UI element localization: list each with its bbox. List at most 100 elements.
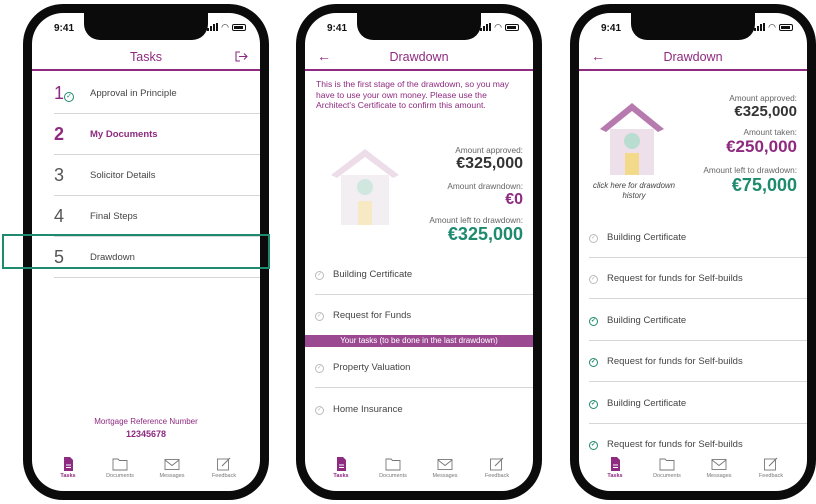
folder-icon: [112, 458, 128, 471]
header: Tasks: [32, 47, 260, 71]
task-building-certificate-done[interactable]: ✓ Building Certificate: [589, 383, 807, 424]
tab-messages[interactable]: Messages: [147, 457, 197, 479]
task-item-final-steps[interactable]: 4 Final Steps: [54, 196, 260, 237]
document-filled-icon: [611, 457, 620, 471]
house-icon: [331, 149, 399, 225]
folder-icon: [385, 458, 401, 471]
check-circle-icon: ✓: [315, 406, 324, 415]
battery-icon: [232, 23, 246, 31]
tab-messages[interactable]: Messages: [694, 457, 744, 479]
status-time: 9:41: [327, 23, 348, 34]
edit-icon: [764, 457, 778, 471]
page-title: Drawdown: [663, 50, 723, 64]
folder-icon: [659, 458, 675, 471]
screen-drawdown-first: 9:41 ◠ ← Drawdown This is the first stag…: [305, 13, 533, 491]
tab-label: Messages: [706, 473, 732, 479]
task-request-funds-self-builds-done[interactable]: ✓ Request for funds for Self-builds: [589, 341, 807, 382]
mail-icon: [711, 459, 727, 470]
check-circle-done-icon: ✓: [589, 316, 598, 326]
check-icon: ✓: [64, 91, 74, 102]
header: ← Drawdown: [305, 47, 533, 71]
status-icons: ◠: [207, 22, 246, 32]
item-label: Home Insurance: [333, 404, 403, 415]
check-circle-done-icon: ✓: [589, 399, 598, 409]
signal-icon: [480, 23, 492, 31]
tab-tasks[interactable]: Tasks: [590, 457, 640, 479]
notch: [631, 13, 755, 40]
amount-drawndown-label: Amount drawndown:: [447, 181, 523, 191]
tab-bar: Tasks Documents Messages Feedback: [305, 457, 533, 491]
amount-taken-label: Amount taken:: [743, 127, 797, 137]
status-icons: ◠: [754, 23, 793, 32]
screen-drawdown-progress: 9:41 ◠ ← Drawdown click here for drawdow…: [579, 13, 807, 491]
tab-documents[interactable]: Documents: [642, 457, 692, 479]
wifi-icon: ◠: [494, 22, 502, 32]
check-circle-done-icon: ✓: [589, 357, 598, 367]
task-item-solicitor[interactable]: 3 Solicitor Details: [54, 155, 260, 196]
check-circle-icon: ✓: [589, 233, 598, 243]
mail-icon: [164, 459, 180, 470]
task-property-valuation[interactable]: ✓ Property Valuation: [315, 347, 533, 388]
phone-drawdown-first: 9:41 ◠ ← Drawdown This is the first stag…: [296, 4, 542, 500]
header: ← Drawdown: [579, 47, 807, 71]
tab-label: Feedback: [758, 473, 784, 479]
reference-value: 12345678: [125, 429, 167, 439]
tab-documents[interactable]: Documents: [95, 457, 145, 479]
signal-icon: [207, 23, 219, 31]
task-label: My Documents: [90, 128, 158, 140]
check-circle-done-icon: ✓: [589, 441, 598, 450]
tab-tasks[interactable]: Tasks: [43, 457, 93, 479]
tab-feedback[interactable]: Feedback: [746, 457, 796, 479]
tab-feedback[interactable]: Feedback: [199, 457, 249, 479]
logout-icon[interactable]: [235, 51, 248, 62]
document-filled-icon: [64, 457, 73, 471]
task-building-certificate[interactable]: ✓ Building Certificate: [589, 217, 807, 258]
wifi-icon: ◠: [221, 22, 229, 32]
notch: [357, 13, 481, 40]
task-home-insurance[interactable]: ✓ Home Insurance: [315, 389, 533, 430]
amount-approved-value: €325,000: [456, 155, 523, 172]
check-circle-icon: ✓: [589, 274, 598, 284]
item-label: Building Certificate: [333, 268, 413, 280]
task-item-approval[interactable]: 1 ✓ Approval in Principle: [54, 73, 260, 114]
amount-approved-label: Amount approved:: [455, 145, 523, 155]
task-building-certificate-done[interactable]: ✓ Building Certificate: [589, 300, 807, 341]
tab-label: Documents: [106, 473, 134, 479]
task-number: 3: [54, 164, 65, 185]
amount-left-value: €325,000: [447, 224, 523, 244]
tab-documents[interactable]: Documents: [368, 457, 418, 479]
item-label: Building Certificate: [607, 397, 687, 409]
drawdown-history-link[interactable]: click here for drawdown history: [589, 181, 679, 200]
tab-feedback[interactable]: Feedback: [472, 457, 522, 479]
mail-icon: [437, 459, 453, 470]
check-circle-icon: ✓: [315, 363, 324, 373]
task-building-certificate[interactable]: ✓ Building Certificate: [315, 254, 533, 295]
tab-label: Messages: [432, 473, 458, 479]
tab-label: Tasks: [333, 473, 349, 479]
amount-approved-value: €325,000: [734, 103, 797, 120]
status-icons: ◠: [480, 22, 519, 32]
house-icon[interactable]: [599, 101, 665, 177]
check-circle-icon: ✓: [315, 312, 324, 321]
amount-approved-label: Amount approved:: [729, 93, 797, 103]
tab-messages[interactable]: Messages: [420, 457, 470, 479]
tab-tasks[interactable]: Tasks: [316, 457, 366, 479]
tab-bar: Tasks Documents Messages Feedback: [32, 457, 260, 491]
battery-icon: [779, 23, 793, 31]
task-item-my-documents[interactable]: 2 My Documents: [54, 114, 260, 155]
task-number: 2: [54, 123, 65, 144]
tab-label: Documents: [653, 473, 681, 479]
item-label: Request for Funds: [333, 310, 412, 321]
amount-left-value: €75,000: [731, 175, 797, 195]
task-label: Approval in Principle: [90, 87, 177, 99]
task-request-funds-self-builds[interactable]: ✓ Request for funds for Self-builds: [589, 258, 807, 299]
check-circle-icon: ✓: [315, 270, 324, 280]
item-label: Building Certificate: [607, 231, 687, 243]
task-request-funds[interactable]: ✓ Request for Funds: [315, 295, 533, 336]
signal-icon: [754, 23, 766, 31]
page-title: Drawdown: [389, 50, 449, 64]
tab-label: Messages: [159, 473, 185, 479]
drawdown-highlight: [2, 234, 270, 269]
task-number-text: 1: [54, 82, 65, 103]
amount-taken-value: €250,000: [726, 137, 797, 156]
